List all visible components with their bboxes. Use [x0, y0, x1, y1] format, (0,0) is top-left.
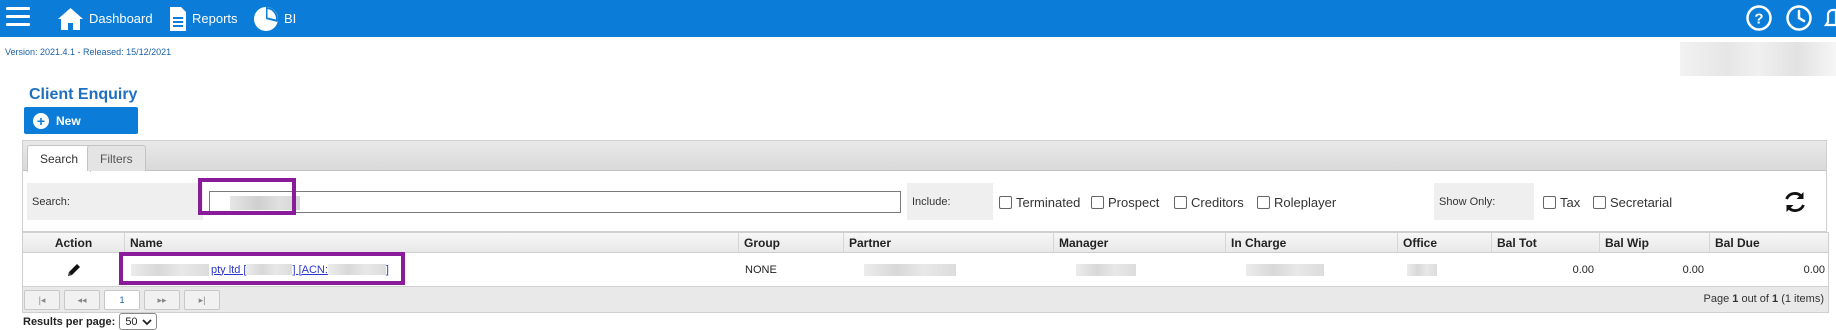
next-page-button[interactable]: ▸▸	[144, 290, 180, 310]
checkbox-box[interactable]	[1257, 196, 1270, 209]
checkbox-prospect[interactable]: Prospect	[1091, 195, 1159, 210]
menu-icon[interactable]	[6, 7, 30, 29]
bell-icon[interactable]	[1824, 4, 1836, 32]
nav-dashboard[interactable]: Dashboard	[57, 0, 153, 37]
in-charge-redacted	[1246, 264, 1324, 276]
results-per-page: Results per page: 50	[23, 313, 158, 330]
nav-bi[interactable]: BI	[253, 0, 296, 37]
checkbox-secretarial[interactable]: Secretarial	[1593, 195, 1672, 210]
checkbox-tax[interactable]: Tax	[1543, 195, 1580, 210]
column-header-partner[interactable]: Partner	[843, 233, 1053, 253]
partner-redacted	[864, 264, 956, 276]
column-header-action[interactable]: Action	[23, 233, 124, 253]
checkbox-label: Creditors	[1191, 195, 1244, 210]
bal-wip-cell: 0.00	[1682, 263, 1704, 276]
new-button-label: New	[56, 113, 81, 128]
first-page-button[interactable]: |◂	[24, 290, 60, 310]
tab-strip: Search Filters	[23, 141, 1826, 172]
search-label: Search:	[27, 183, 203, 220]
search-input[interactable]	[209, 191, 901, 213]
last-page-button[interactable]: ▸|	[184, 290, 220, 310]
checkbox-label: Terminated	[1016, 195, 1081, 210]
tab-filters[interactable]: Filters	[87, 145, 146, 171]
nav-reports[interactable]: Reports	[169, 0, 238, 37]
column-header-in-charge[interactable]: In Charge	[1225, 233, 1397, 253]
pager: |◂ ◂◂ 1 ▸▸ ▸| Page 1 out of 1 (1 items)	[23, 286, 1828, 312]
results-per-page-value: 50	[125, 315, 138, 328]
svg-text:?: ?	[1754, 11, 1763, 28]
manager-redacted	[1076, 264, 1136, 276]
checkbox-terminated[interactable]: Terminated	[999, 195, 1080, 210]
column-header-bal-tot[interactable]: Bal Tot	[1491, 233, 1599, 253]
page-info-prefix: Page	[1703, 293, 1733, 305]
document-icon	[170, 6, 186, 31]
checkbox-box[interactable]	[1593, 196, 1606, 209]
pie-chart-icon	[254, 6, 278, 31]
office-redacted	[1407, 264, 1437, 276]
column-header-bal-due[interactable]: Bal Due	[1709, 233, 1830, 253]
help-icon[interactable]: ?	[1745, 4, 1773, 32]
page-info-suffix: (1 items)	[1778, 293, 1824, 305]
page-title: Client Enquiry	[29, 86, 138, 103]
nav-dashboard-label: Dashboard	[89, 11, 153, 26]
prev-page-button[interactable]: ◂◂	[64, 290, 100, 310]
checkbox-label: Tax	[1560, 195, 1581, 210]
page-info-mid: out of	[1738, 293, 1773, 305]
column-header-group[interactable]: Group	[738, 233, 843, 253]
table-header: Action Name Group Partner Manager In Cha…	[23, 233, 1828, 253]
checkbox-roleplayer[interactable]: Roleplayer	[1257, 195, 1336, 210]
include-label: Include:	[907, 183, 993, 220]
user-info-redacted	[1680, 42, 1836, 76]
page-1-button[interactable]: 1	[104, 290, 140, 310]
home-icon	[58, 7, 83, 30]
bal-due-cell: 0.00	[1803, 263, 1825, 276]
results-per-page-label: Results per page:	[23, 315, 116, 328]
results-per-page-select[interactable]: 50	[119, 313, 158, 330]
group-cell: NONE	[745, 263, 777, 276]
new-client-button[interactable]: + New	[24, 107, 138, 134]
highlight-search-value	[198, 178, 296, 215]
refresh-icon[interactable]	[1782, 189, 1808, 215]
version-text: Version: 2021.4.1 - Released: 15/12/2021	[5, 47, 172, 57]
bal-tot-cell: 0.00	[1572, 263, 1594, 276]
page-info: Page 1 out of 1 (1 items)	[1704, 293, 1824, 305]
column-header-name[interactable]: Name	[124, 233, 738, 253]
column-header-bal-wip[interactable]: Bal Wip	[1599, 233, 1709, 253]
plus-icon: +	[33, 112, 49, 129]
checkbox-label: Prospect	[1108, 195, 1160, 210]
checkbox-creditors[interactable]: Creditors	[1174, 195, 1244, 210]
tab-search[interactable]: Search	[27, 145, 92, 172]
top-navigation-bar: Dashboard Reports BI ?	[0, 0, 1836, 37]
column-header-office[interactable]: Office	[1397, 233, 1491, 253]
nav-bi-label: BI	[284, 11, 297, 26]
checkbox-box[interactable]	[999, 196, 1012, 209]
chevron-down-icon	[141, 318, 152, 325]
checkbox-label: Roleplayer	[1274, 195, 1337, 210]
pencil-icon[interactable]	[66, 262, 82, 278]
checkbox-box[interactable]	[1174, 196, 1187, 209]
highlight-client-name	[119, 252, 405, 285]
edit-action-cell	[23, 253, 124, 286]
show-only-label: Show Only:	[1434, 183, 1534, 220]
checkbox-box[interactable]	[1543, 196, 1556, 209]
column-header-manager[interactable]: Manager	[1053, 233, 1225, 253]
checkbox-box[interactable]	[1091, 196, 1104, 209]
checkbox-label: Secretarial	[1610, 195, 1673, 210]
nav-reports-label: Reports	[192, 11, 238, 26]
clock-icon[interactable]	[1785, 4, 1813, 32]
